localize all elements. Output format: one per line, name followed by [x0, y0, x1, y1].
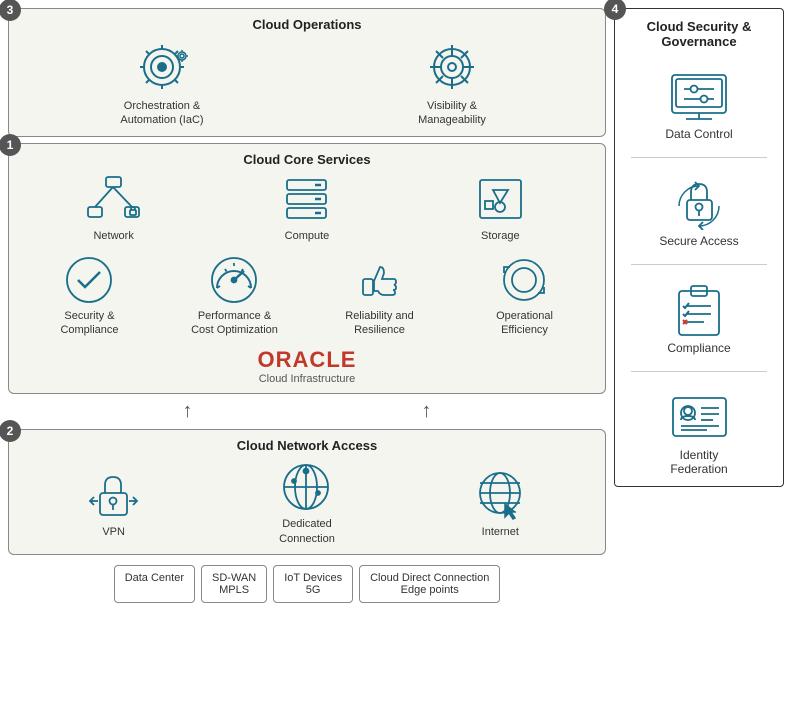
security-compliance-icon [62, 253, 117, 305]
arrow-up-right: ↑ [422, 400, 432, 423]
identity-label: IdentityFederation [670, 448, 727, 476]
data-control-label: Data Control [665, 127, 732, 141]
tag-clouddirect: Cloud Direct ConnectionEdge points [359, 565, 500, 603]
network-access-title: Cloud Network Access [17, 438, 597, 453]
orchestration-item: Orchestration &Automation (IaC) [117, 40, 207, 128]
security-compliance-label: Security &Compliance [60, 309, 118, 338]
secure-access-item: Secure Access [623, 174, 775, 248]
operational-item: OperationalEfficiency [480, 253, 570, 338]
vpn-label: VPN [102, 525, 125, 539]
internet-item: Internet [455, 469, 545, 539]
visibility-label: Visibility &Manageability [418, 99, 486, 128]
performance-label: Performance &Cost Optimization [191, 309, 278, 338]
compliance-item: Compliance [623, 281, 775, 355]
dedicated-icon [274, 461, 339, 513]
identity-icon [667, 388, 732, 444]
compute-label: Compute [285, 229, 330, 243]
identity-item: IdentityFederation [623, 388, 775, 476]
core-services-title: Cloud Core Services [17, 152, 597, 167]
reliability-icon [352, 253, 407, 305]
network-access-section: 2 Cloud Network Access [8, 429, 606, 555]
secure-access-icon [667, 174, 732, 230]
dedicated-item: Dedicated Connection [262, 461, 352, 546]
tag-iot: IoT Devices5G [273, 565, 353, 603]
network-label: Network [93, 229, 133, 243]
core-services-section: 1 Cloud Core Services [8, 143, 606, 395]
compute-icon [279, 175, 334, 225]
security-compliance-item: Security &Compliance [45, 253, 135, 338]
arrow-up-left: ↑ [183, 400, 193, 423]
performance-icon [207, 253, 262, 305]
orchestration-icon [132, 40, 192, 95]
tag-datacenter: Data Center [114, 565, 195, 603]
performance-item: Performance &Cost Optimization [190, 253, 280, 338]
cloud-ops-section: 3 Cloud Operations [8, 8, 606, 137]
storage-icon [473, 175, 528, 225]
core-services-top-row: Network Compute [17, 175, 597, 243]
divider-3 [631, 371, 768, 372]
visibility-item: Visibility &Manageability [407, 40, 497, 128]
right-panel: Cloud Security &Governance [614, 8, 784, 487]
divider-1 [631, 157, 768, 158]
tag-sdwan: SD-WANMPLS [201, 565, 267, 603]
reliability-item: Reliability andResilience [335, 253, 425, 338]
operational-label: OperationalEfficiency [496, 309, 553, 338]
cloud-ops-icons: Orchestration &Automation (IaC) [17, 40, 597, 128]
vpn-item: VPN [69, 469, 159, 539]
storage-label: Storage [481, 229, 520, 243]
core-services-bottom-row: Security &Compliance [17, 253, 597, 338]
oracle-sub-text: Cloud Infrastructure [17, 373, 597, 385]
storage-item: Storage [455, 175, 545, 243]
left-panel: 3 Cloud Operations [8, 8, 606, 696]
visibility-icon [422, 40, 482, 95]
network-icon [86, 175, 141, 225]
internet-icon [473, 469, 528, 521]
divider-2 [631, 264, 768, 265]
right-panel-wrapper: 4 Cloud Security &Governance [614, 8, 784, 696]
internet-label: Internet [482, 525, 519, 539]
vpn-icon [86, 469, 141, 521]
network-access-icons: VPN [17, 461, 597, 546]
data-control-item: Data Control [623, 67, 775, 141]
bottom-bar: Data Center SD-WANMPLS IoT Devices5G Clo… [8, 565, 606, 603]
data-control-icon [664, 67, 734, 123]
secure-access-label: Secure Access [659, 234, 738, 248]
compliance-label: Compliance [667, 341, 730, 355]
dedicated-label: Dedicated Connection [262, 517, 352, 546]
compliance-icon [669, 281, 729, 337]
orchestration-label: Orchestration &Automation (IaC) [120, 99, 203, 128]
right-panel-title: Cloud Security &Governance [647, 19, 752, 49]
arrows-row: ↑ ↑ [8, 400, 606, 423]
oracle-logo-text: ORACLE [17, 347, 597, 373]
compute-item: Compute [262, 175, 352, 243]
reliability-label: Reliability andResilience [345, 309, 413, 338]
main-container: 3 Cloud Operations [0, 0, 792, 704]
operational-icon [497, 253, 552, 305]
oracle-branding: ORACLE Cloud Infrastructure [17, 347, 597, 385]
cloud-ops-title: Cloud Operations [17, 17, 597, 32]
network-item: Network [69, 175, 159, 243]
section-number-1: 1 [0, 134, 21, 156]
